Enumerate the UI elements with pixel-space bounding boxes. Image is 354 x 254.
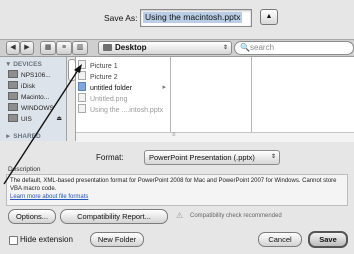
annotation-arrow [3, 64, 82, 185]
save-dialog: Save As: Using the macintosh.pptx ▲ ◀ ▶ … [0, 0, 354, 254]
arrow-line [3, 66, 81, 185]
arrow-head [74, 64, 82, 73]
